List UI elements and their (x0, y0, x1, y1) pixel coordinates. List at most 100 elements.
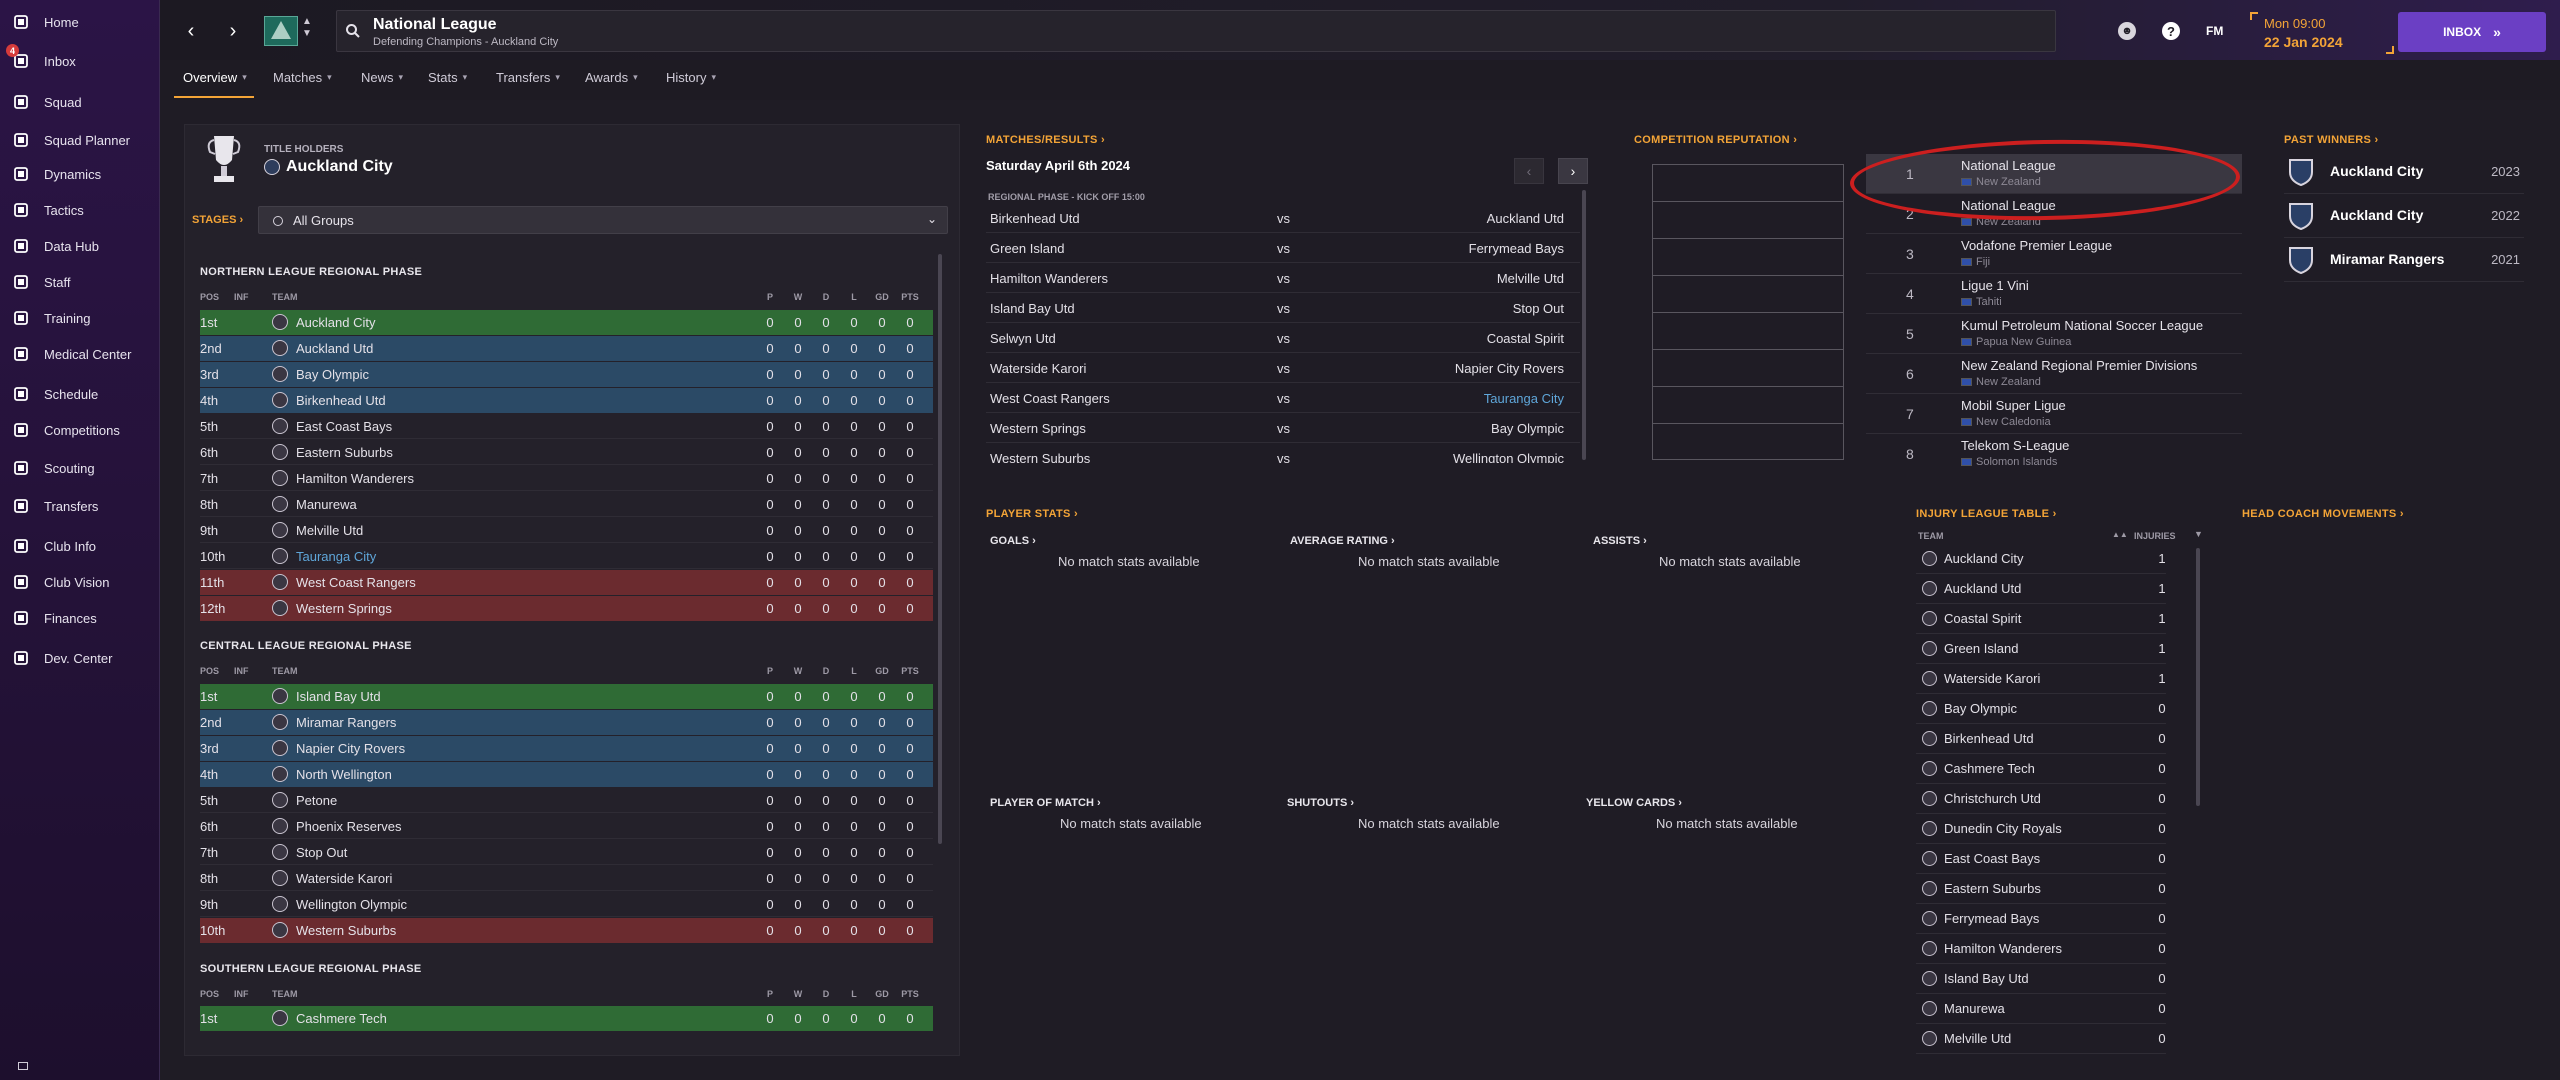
column-header-p[interactable]: P (761, 292, 779, 302)
team-name[interactable]: Bay Olympic (296, 367, 369, 382)
past-winner-row[interactable]: Miramar Rangers 2021 (2284, 238, 2524, 282)
standings-row[interactable]: 12th Western Springs 0 0 0 0 0 0 (200, 596, 933, 621)
current-date[interactable]: 22 Jan 2024 (2264, 34, 2343, 50)
team-name[interactable]: Western Suburbs (296, 923, 396, 938)
team-name[interactable]: Auckland Utd (1944, 581, 2021, 596)
team-name[interactable]: Coastal Spirit (1944, 611, 2021, 626)
standings-row[interactable]: 8th Manurewa 0 0 0 0 0 0 (200, 492, 933, 517)
standings-row[interactable]: 9th Melville Utd 0 0 0 0 0 0 (200, 518, 933, 543)
injury-row[interactable]: Hamilton Wanderers 0 (1916, 934, 2166, 964)
column-header-l[interactable]: L (845, 292, 863, 302)
team-name[interactable]: Tauranga City (296, 549, 376, 564)
standings-row[interactable]: 5th Petone 0 0 0 0 0 0 (200, 788, 933, 813)
team-name[interactable]: West Coast Rangers (296, 575, 416, 590)
winner-team[interactable]: Miramar Rangers (2330, 251, 2444, 267)
team-name[interactable]: Hamilton Wanderers (296, 471, 414, 486)
injury-row[interactable]: Waterside Karori 1 (1916, 664, 2166, 694)
standings-row[interactable]: 10th Western Suburbs 0 0 0 0 0 0 (200, 918, 933, 943)
column-header-p[interactable]: P (761, 666, 779, 676)
team-name[interactable]: Cashmere Tech (296, 1011, 387, 1026)
stat-assists-title[interactable]: ASSISTS › (1593, 535, 1647, 547)
column-header-team[interactable]: TEAM (272, 666, 298, 676)
column-header-pts[interactable]: PTS (901, 989, 919, 999)
column-header-p[interactable]: P (761, 989, 779, 999)
team-name[interactable]: Christchurch Utd (1944, 791, 2041, 806)
team-name[interactable]: Island Bay Utd (1944, 971, 2029, 986)
past-winner-row[interactable]: Auckland City 2023 (2284, 150, 2524, 194)
standings-row[interactable]: 2nd Auckland Utd 0 0 0 0 0 0 (200, 336, 933, 361)
injury-row[interactable]: Cashmere Tech 0 (1916, 754, 2166, 784)
team-name[interactable]: Auckland City (296, 315, 375, 330)
team-name[interactable]: Napier City Rovers (296, 741, 405, 756)
column-header-inf[interactable]: INF (234, 989, 249, 999)
team-name[interactable]: Cashmere Tech (1944, 761, 2035, 776)
standings-row[interactable]: 11th West Coast Rangers 0 0 0 0 0 0 (200, 570, 933, 595)
team-name[interactable]: Manurewa (296, 497, 357, 512)
standings-row[interactable]: 7th Hamilton Wanderers 0 0 0 0 0 0 (200, 466, 933, 491)
team-name[interactable]: Eastern Suburbs (296, 445, 393, 460)
standings-row[interactable]: 6th Eastern Suburbs 0 0 0 0 0 0 (200, 440, 933, 465)
column-header-d[interactable]: D (817, 989, 835, 999)
column-header-l[interactable]: L (845, 666, 863, 676)
column-header-team[interactable]: TEAM (272, 989, 298, 999)
column-header-l[interactable]: L (845, 989, 863, 999)
column-header-pos[interactable]: POS (200, 989, 219, 999)
standings-row[interactable]: 8th Waterside Karori 0 0 0 0 0 0 (200, 866, 933, 891)
column-header-pos[interactable]: POS (200, 666, 219, 676)
injury-row[interactable]: Eastern Suburbs 0 (1916, 874, 2166, 904)
injury-row[interactable]: Auckland Utd 1 (1916, 574, 2166, 604)
injury-row[interactable]: Manurewa 0 (1916, 994, 2166, 1024)
column-header-gd[interactable]: GD (873, 989, 891, 999)
team-name[interactable]: Dunedin City Royals (1944, 821, 2062, 836)
column-header-gd[interactable]: GD (873, 666, 891, 676)
team-name[interactable]: Phoenix Reserves (296, 819, 402, 834)
standings-row[interactable]: 10th Tauranga City 0 0 0 0 0 0 (200, 544, 933, 569)
team-name[interactable]: Auckland Utd (296, 341, 373, 356)
team-name[interactable]: Petone (296, 793, 337, 808)
stat-average-rating-title[interactable]: AVERAGE RATING › (1290, 535, 1395, 547)
team-name[interactable]: Auckland City (1944, 551, 2023, 566)
inbox-continue-button[interactable]: INBOX » (2398, 12, 2546, 52)
team-name[interactable]: Hamilton Wanderers (1944, 941, 2062, 956)
injury-row[interactable]: Auckland City 1 (1916, 544, 2166, 574)
column-header-inf[interactable]: INF (234, 666, 249, 676)
team-name[interactable]: Wellington Olympic (296, 897, 407, 912)
team-name[interactable]: Waterside Karori (1944, 671, 2040, 686)
column-header-w[interactable]: W (789, 989, 807, 999)
column-header-pts[interactable]: PTS (901, 666, 919, 676)
column-header-pts[interactable]: PTS (901, 292, 919, 302)
standings-row[interactable]: 3rd Napier City Rovers 0 0 0 0 0 0 (200, 736, 933, 761)
past-winners-title[interactable]: PAST WINNERS › (2284, 134, 2378, 146)
standings-row[interactable]: 6th Phoenix Reserves 0 0 0 0 0 0 (200, 814, 933, 839)
column-header-w[interactable]: W (789, 666, 807, 676)
standings-row[interactable]: 3rd Bay Olympic 0 0 0 0 0 0 (200, 362, 933, 387)
column-header-w[interactable]: W (789, 292, 807, 302)
column-header-pos[interactable]: POS (200, 292, 219, 302)
team-name[interactable]: North Wellington (296, 767, 392, 782)
team-name[interactable]: East Coast Bays (1944, 851, 2040, 866)
column-header-team[interactable]: TEAM (272, 292, 298, 302)
winner-team[interactable]: Auckland City (2330, 163, 2423, 179)
injury-row[interactable]: Coastal Spirit 1 (1916, 604, 2166, 634)
team-name[interactable]: Ferrymead Bays (1944, 911, 2039, 926)
team-name[interactable]: Melville Utd (1944, 1031, 2011, 1046)
stat-shutouts-title[interactable]: SHUTOUTS › (1287, 797, 1354, 809)
team-name[interactable]: Eastern Suburbs (1944, 881, 2041, 896)
stat-player-of-match-title[interactable]: PLAYER OF MATCH › (990, 797, 1101, 809)
stat-goals-title[interactable]: GOALS › (990, 535, 1036, 547)
winner-team[interactable]: Auckland City (2330, 207, 2423, 223)
standings-row[interactable]: 4th North Wellington 0 0 0 0 0 0 (200, 762, 933, 787)
injury-row[interactable]: Birkenhead Utd 0 (1916, 724, 2166, 754)
injury-row[interactable]: East Coast Bays 0 (1916, 844, 2166, 874)
injury-row[interactable]: Dunedin City Royals 0 (1916, 814, 2166, 844)
standings-row[interactable]: 7th Stop Out 0 0 0 0 0 0 (200, 840, 933, 865)
injury-row[interactable]: Island Bay Utd 0 (1916, 964, 2166, 994)
standings-row[interactable]: 1st Island Bay Utd 0 0 0 0 0 0 (200, 684, 933, 709)
stat-yellow-cards-title[interactable]: YELLOW CARDS › (1586, 797, 1682, 809)
standings-row[interactable]: 5th East Coast Bays 0 0 0 0 0 0 (200, 414, 933, 439)
column-header-d[interactable]: D (817, 292, 835, 302)
injury-row[interactable]: Green Island 1 (1916, 634, 2166, 664)
team-name[interactable]: Bay Olympic (1944, 701, 2017, 716)
column-header-d[interactable]: D (817, 666, 835, 676)
team-name[interactable]: Waterside Karori (296, 871, 392, 886)
